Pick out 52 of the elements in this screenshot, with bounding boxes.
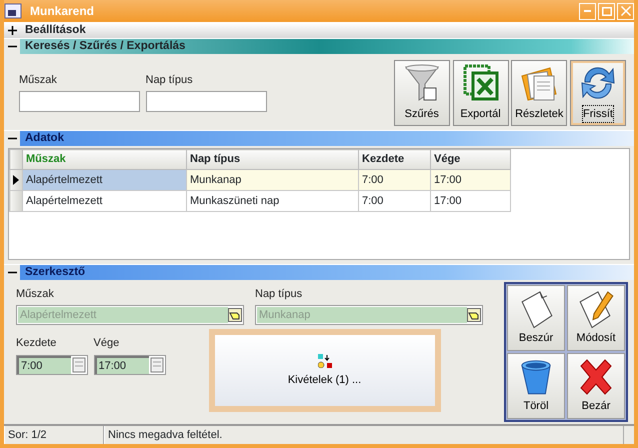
section-header[interactable]: Beállítások [4, 22, 634, 38]
input-field[interactable] [146, 91, 266, 112]
calendar-icon [148, 356, 164, 374]
section-header[interactable]: Keresés / Szűrés / Exportálás [4, 38, 634, 54]
app-icon [4, 2, 22, 20]
field-label: Nap típus [255, 287, 304, 302]
field-label: Műszak [19, 73, 58, 88]
close-button[interactable] [617, 2, 634, 20]
toolbar-button[interactable]: Exportál [452, 60, 508, 126]
table-cell[interactable]: Munkanap [186, 170, 358, 190]
status-text: Nincs megadva feltétel. [104, 426, 624, 444]
toolbar-button[interactable]: Frissít [570, 60, 626, 126]
toolbar-button[interactable]: Módosít [567, 285, 625, 351]
field-label: Műszak [16, 287, 55, 302]
column-header[interactable]: Kezdete [358, 150, 430, 170]
table-cell[interactable]: 17:00 [430, 190, 510, 212]
document-pencil-icon [578, 290, 614, 330]
shapes-icon [318, 354, 332, 368]
maximize-button[interactable] [598, 2, 615, 20]
field-label: Nap típus [146, 73, 194, 88]
spreadsheet-icon [462, 64, 498, 102]
funnel-icon [404, 64, 440, 102]
close-icon [620, 6, 630, 16]
toolbar-button[interactable]: Szűrés [394, 60, 450, 126]
table-cell[interactable]: Alapértelmezett [22, 170, 186, 190]
section-header[interactable]: Szerkesztő [4, 264, 634, 280]
field-label: Vége [94, 336, 120, 352]
table-cell[interactable]: 17:00 [430, 170, 510, 190]
column-header[interactable]: Műszak [22, 150, 186, 170]
section-header[interactable]: Adatok [4, 130, 634, 146]
exceptions-button[interactable]: Kivételek (1) ... [208, 329, 440, 412]
toolbar-button[interactable]: Töröl [507, 353, 565, 419]
column-header[interactable]: Nap típus [186, 150, 358, 170]
field-label: Kezdete [16, 336, 58, 352]
table-cell[interactable]: 7:00 [358, 190, 430, 212]
column-header[interactable]: Vége [430, 150, 510, 170]
window-title: Munkarend [30, 3, 94, 20]
minimize-icon [584, 10, 591, 12]
time-field[interactable]: 17:00 [94, 354, 166, 374]
toolbar-button[interactable]: Beszúr [507, 285, 565, 351]
maximize-icon [602, 6, 612, 16]
toolbar-button[interactable]: Bezár [567, 353, 625, 419]
time-field[interactable]: 7:00 [16, 354, 88, 374]
status-text: Sor: 1/2 [4, 426, 104, 444]
table-cell[interactable]: 7:00 [358, 170, 430, 190]
minimize-button[interactable] [579, 2, 596, 20]
calendar-icon [71, 356, 87, 374]
table-cell[interactable]: Munkaszüneti nap [186, 190, 358, 212]
table-cell[interactable]: Alapértelmezett [22, 190, 186, 212]
input-field[interactable] [19, 91, 140, 112]
toolbar-button[interactable]: Részletek [511, 60, 568, 126]
row-indicator[interactable] [10, 170, 22, 190]
